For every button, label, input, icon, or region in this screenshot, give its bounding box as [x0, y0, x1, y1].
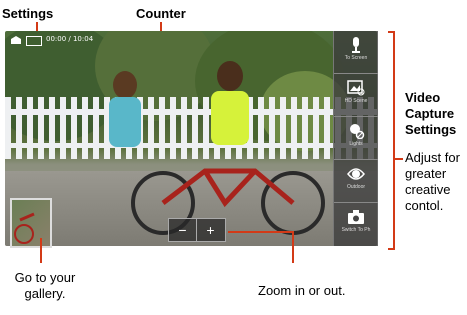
fence-picket	[181, 97, 187, 159]
microphone-icon	[352, 37, 360, 53]
settings-callout-label: Settings	[2, 6, 54, 21]
zoom-callout-label: Zoom in or out.	[258, 283, 346, 298]
video-capture-callout-tick	[395, 158, 403, 160]
camera-switch-icon	[348, 210, 364, 224]
zoom-callout-line-v	[292, 231, 294, 263]
settings-shortcut-icon[interactable]	[10, 35, 22, 45]
gallery-callout-line	[40, 238, 42, 263]
sidebar-item-label: HD Scene	[344, 98, 368, 104]
fence-picket	[93, 97, 99, 159]
fence-picket	[71, 97, 77, 159]
fence-picket	[192, 97, 198, 159]
sidebar-item-label: Lights	[349, 141, 363, 147]
fence-picket	[49, 97, 55, 159]
fence-picket	[170, 97, 176, 159]
fence-picket	[159, 97, 165, 159]
fence-picket	[148, 97, 154, 159]
video-mode-icon	[26, 36, 42, 46]
fence-picket	[313, 97, 319, 159]
gallery-thumbnail[interactable]	[10, 198, 52, 248]
fence-picket	[258, 97, 264, 159]
sidebar-item-switch[interactable]: Switch To Ph	[334, 203, 378, 245]
sidebar-item-hd-scene[interactable]: HD Scene	[334, 74, 378, 117]
video-capture-callout-desc: Adjust for greater creative contol.	[405, 150, 460, 213]
effects-icon	[347, 168, 365, 180]
sidebar-item-to-screen[interactable]: To Screen	[334, 31, 378, 74]
camera-viewfinder[interactable]	[5, 31, 377, 246]
counter-callout-label: Counter	[136, 6, 186, 21]
scene-icon	[347, 80, 365, 96]
video-counter: 00:00 / 10:04	[46, 35, 94, 43]
fence-picket	[291, 97, 297, 159]
sidebar-item-label: Outdoor	[346, 184, 366, 190]
sidebar-item-label: Switch To Ph	[341, 227, 371, 233]
video-capture-settings-bar: To Screen HD Scene Lights Outdoor Switch…	[333, 31, 378, 246]
zoom-in-button[interactable]: +	[197, 219, 224, 241]
fence-picket	[280, 97, 286, 159]
video-capture-bracket	[388, 31, 395, 250]
gallery-callout-label: Go to your gallery.	[14, 270, 76, 301]
fence-picket	[27, 97, 33, 159]
fence-picket	[60, 97, 66, 159]
sidebar-item-lights[interactable]: Lights	[334, 117, 378, 160]
fence-picket	[324, 97, 330, 159]
bicycle	[131, 168, 325, 235]
video-capture-callout-title: Video Capture Settings	[405, 90, 457, 137]
zoom-control: − +	[168, 218, 226, 242]
fence-picket	[269, 97, 275, 159]
fence-picket	[5, 97, 11, 159]
zoom-callout-line-h	[228, 231, 294, 233]
fence-picket	[302, 97, 308, 159]
sidebar-item-label: To Screen	[344, 55, 368, 61]
gallery-thumb-image	[14, 212, 35, 244]
zoom-out-button[interactable]: −	[169, 219, 197, 241]
fence-picket	[82, 97, 88, 159]
fence-picket	[38, 97, 44, 159]
fence-picket	[16, 97, 22, 159]
sidebar-item-outdoor[interactable]: Outdoor	[334, 160, 378, 203]
light-icon	[350, 124, 365, 139]
